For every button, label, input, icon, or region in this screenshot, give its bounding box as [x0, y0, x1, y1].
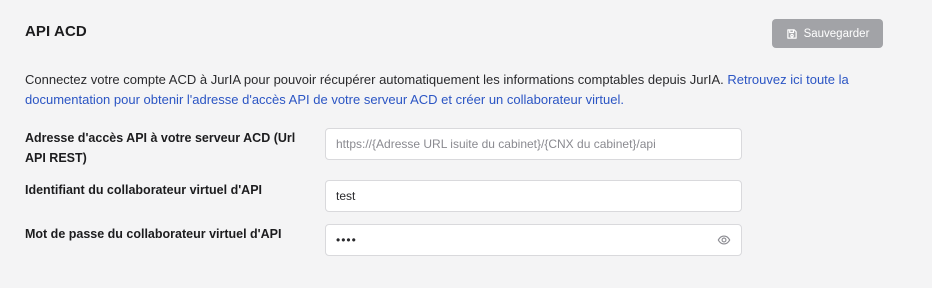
- eye-icon[interactable]: [717, 233, 731, 247]
- save-button[interactable]: Sauvegarder: [772, 19, 883, 48]
- description-text: Connectez votre compte ACD à JurIA pour …: [25, 72, 728, 87]
- section-description: Connectez votre compte ACD à JurIA pour …: [25, 70, 905, 110]
- identifier-field-wrapper: [325, 180, 742, 212]
- api-url-label: Adresse d'accès API à votre serveur ACD …: [25, 131, 296, 165]
- api-acd-settings-card: API ACD Sauvegarder Connectez votre comp…: [0, 0, 932, 288]
- password-label: Mot de passe du collaborateur virtuel d'…: [25, 227, 282, 241]
- floppy-disk-icon: [786, 28, 797, 39]
- api-url-field-wrapper: [325, 128, 742, 160]
- identifier-input[interactable]: [336, 189, 731, 203]
- section-title: API ACD: [25, 23, 87, 40]
- api-url-input[interactable]: [336, 137, 731, 151]
- save-button-label: Sauvegarder: [803, 27, 870, 40]
- identifier-label: Identifiant du collaborateur virtuel d'A…: [25, 183, 263, 197]
- password-input[interactable]: [336, 233, 711, 247]
- password-field-wrapper: [325, 224, 742, 256]
